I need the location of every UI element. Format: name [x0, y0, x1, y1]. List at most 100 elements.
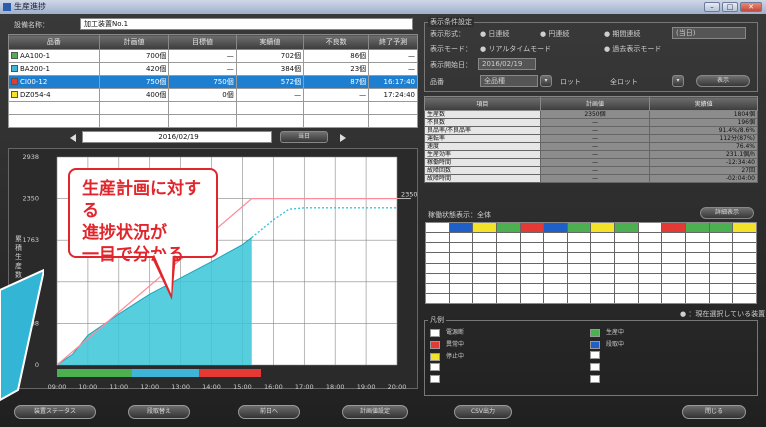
equipment-cell[interactable]	[544, 233, 567, 243]
equipment-cell[interactable]	[638, 293, 662, 303]
equipment-cell[interactable]	[686, 273, 709, 283]
equipment-cell[interactable]	[686, 253, 709, 263]
equipment-cell[interactable]	[496, 283, 520, 293]
radio-day[interactable]: ● 日連続	[480, 29, 509, 39]
equipment-cell[interactable]	[709, 293, 733, 303]
equipment-cell[interactable]	[591, 253, 615, 263]
csv-export-button[interactable]: CSV出力	[454, 405, 512, 419]
next-date-arrow[interactable]	[340, 134, 346, 142]
equipment-cell[interactable]	[638, 263, 662, 273]
equipment-cell[interactable]	[544, 263, 567, 273]
equipment-cell[interactable]	[615, 243, 638, 253]
equipment-cell[interactable]	[473, 273, 496, 283]
equipment-cell[interactable]	[496, 263, 520, 273]
equipment-cell[interactable]	[567, 223, 591, 233]
equipment-cell[interactable]	[591, 293, 615, 303]
equipment-cell[interactable]	[449, 243, 473, 253]
equipment-cell[interactable]	[496, 233, 520, 243]
equipment-cell[interactable]	[520, 253, 544, 263]
today-button[interactable]: 当日	[280, 131, 328, 143]
equipment-cell[interactable]	[426, 243, 449, 253]
equipment-cell[interactable]	[496, 273, 520, 283]
equipment-cell[interactable]	[686, 263, 709, 273]
equipment-cell[interactable]	[520, 263, 544, 273]
lot-dropdown-button[interactable]: ▾	[672, 75, 684, 87]
equipment-cell[interactable]	[567, 273, 591, 283]
equipment-cell[interactable]	[473, 243, 496, 253]
equipment-cell[interactable]	[709, 283, 733, 293]
product-dropdown-button[interactable]: ▾	[540, 75, 552, 87]
equipment-cell[interactable]	[662, 253, 686, 263]
equipment-cell[interactable]	[615, 233, 638, 243]
equipment-cell[interactable]	[426, 253, 449, 263]
equipment-cell[interactable]	[449, 253, 473, 263]
equipment-cell[interactable]	[567, 253, 591, 263]
equipment-cell[interactable]	[496, 243, 520, 253]
equipment-cell[interactable]	[449, 293, 473, 303]
plan-setting-button[interactable]: 計画値設定	[342, 405, 408, 419]
equipment-cell[interactable]	[544, 243, 567, 253]
equipment-cell[interactable]	[733, 253, 756, 263]
equipment-cell[interactable]	[449, 273, 473, 283]
equipment-cell[interactable]	[567, 293, 591, 303]
apply-display-button[interactable]: 表示	[696, 75, 750, 87]
equipment-name-field[interactable]: 加工装置No.1	[80, 18, 413, 30]
equipment-cell[interactable]	[426, 233, 449, 243]
equipment-cell[interactable]	[686, 293, 709, 303]
equipment-cell[interactable]	[662, 243, 686, 253]
equipment-cell[interactable]	[496, 253, 520, 263]
equipment-status-button[interactable]: 装置ステータス	[14, 405, 96, 419]
equipment-cell[interactable]	[520, 293, 544, 303]
equipment-cell[interactable]	[662, 223, 686, 233]
prev-date-arrow[interactable]	[70, 134, 76, 142]
radio-history[interactable]: ● 過去表示モード	[604, 44, 661, 54]
equipment-cell[interactable]	[567, 243, 591, 253]
equipment-cell[interactable]	[686, 243, 709, 253]
table-row[interactable]: DZ054-4 400個 0個 — — 17:24:40	[8, 88, 418, 102]
equipment-cell[interactable]	[449, 233, 473, 243]
equipment-cell[interactable]	[544, 253, 567, 263]
radio-period[interactable]: ● 期間連続	[604, 29, 640, 39]
equipment-cell[interactable]	[520, 223, 544, 233]
equipment-cell[interactable]	[426, 263, 449, 273]
equipment-cell[interactable]	[473, 223, 496, 233]
period-select[interactable]: (当日)	[672, 27, 746, 39]
equipment-cell[interactable]	[686, 223, 709, 233]
close-button[interactable]: 閉じる	[682, 405, 746, 419]
equipment-cell[interactable]	[473, 293, 496, 303]
equipment-cell[interactable]	[449, 283, 473, 293]
equipment-cell[interactable]	[426, 223, 449, 233]
equipment-cell[interactable]	[473, 283, 496, 293]
equipment-cell[interactable]	[733, 273, 756, 283]
equipment-cell[interactable]	[591, 263, 615, 273]
equipment-cell[interactable]	[473, 253, 496, 263]
equipment-cell[interactable]	[426, 293, 449, 303]
equipment-cell[interactable]	[473, 233, 496, 243]
equipment-cell[interactable]	[638, 243, 662, 253]
changeover-button[interactable]: 段取替え	[128, 405, 190, 419]
equipment-cell[interactable]	[426, 283, 449, 293]
equipment-cell[interactable]	[520, 233, 544, 243]
equipment-cell[interactable]	[638, 223, 662, 233]
equipment-cell[interactable]	[615, 283, 638, 293]
equipment-cell[interactable]	[496, 293, 520, 303]
equipment-cell[interactable]	[662, 293, 686, 303]
equipment-cell[interactable]	[638, 253, 662, 263]
equipment-cell[interactable]	[733, 283, 756, 293]
detail-view-button[interactable]: 詳細表示	[700, 207, 754, 219]
equipment-cell[interactable]	[520, 283, 544, 293]
equipment-cell[interactable]	[709, 273, 733, 283]
equipment-cell[interactable]	[449, 263, 473, 273]
equipment-cell[interactable]	[520, 273, 544, 283]
previous-day-button[interactable]: 前日へ	[238, 405, 300, 419]
equipment-cell[interactable]	[426, 273, 449, 283]
equipment-cell[interactable]	[662, 283, 686, 293]
equipment-cell[interactable]	[709, 253, 733, 263]
equipment-cell[interactable]	[567, 283, 591, 293]
equipment-cell[interactable]	[733, 223, 756, 233]
minimize-button[interactable]: –	[704, 2, 720, 12]
table-row[interactable]: BA200-1 420個 — 384個 23個 —	[8, 62, 418, 76]
equipment-cell[interactable]	[544, 283, 567, 293]
equipment-cell[interactable]	[591, 283, 615, 293]
equipment-cell[interactable]	[638, 273, 662, 283]
